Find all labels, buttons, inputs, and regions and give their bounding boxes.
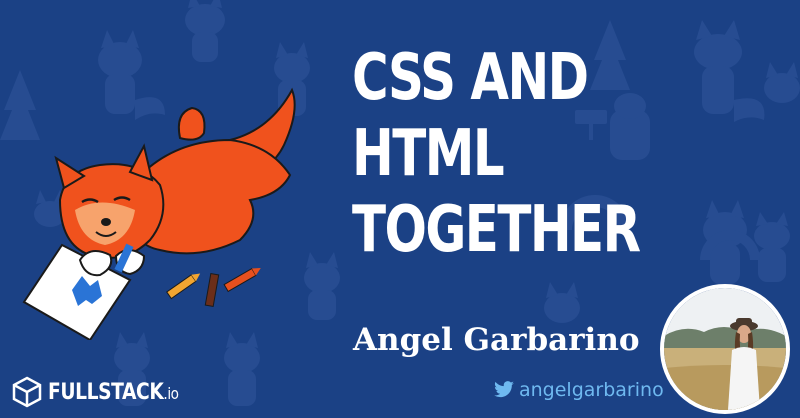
twitter-bird-icon [494,381,514,398]
title-line-2: HTML [352,117,505,191]
logo-suffix: .io [163,383,179,403]
logo-text: FULLSTACK.io [48,380,179,405]
page: CSS AND HTML TOGETHER Angel Garbarino an… [0,0,800,418]
avatar-photo [664,288,786,410]
title-line-1: CSS AND [352,41,589,115]
author-name: Angel Garbarino [353,322,640,358]
fullstack-logo[interactable]: FULLSTACK.io [12,372,202,412]
twitter-handle[interactable]: angelgarbarino [493,376,664,404]
avatar [660,284,790,414]
cube-logo-icon [12,376,42,408]
fox-illustration [22,87,296,340]
page-title: CSS AND HTML TOGETHER [352,40,680,268]
logo-name: FULLSTACK [48,379,164,405]
twitter-handle-text: angelgarbarino [519,379,664,401]
title-line-3: TOGETHER [352,193,641,267]
